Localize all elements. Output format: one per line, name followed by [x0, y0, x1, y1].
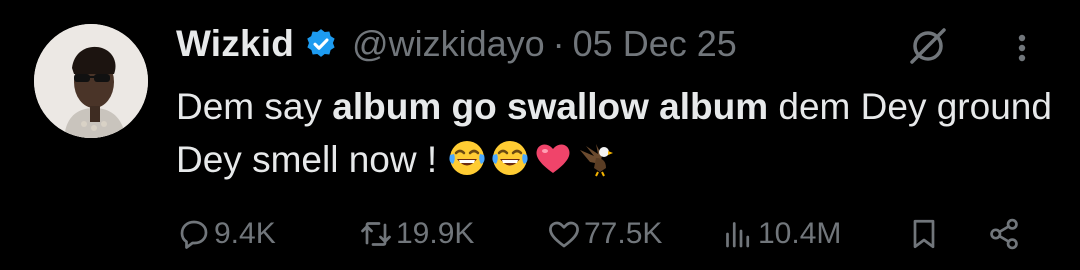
reply-count: 9.4K — [214, 217, 276, 250]
tweet-header: Wizkid @wizkidayo · 05 Dec 25 — [176, 22, 737, 66]
tweet-text-bold: album go swallow album — [332, 86, 769, 127]
more-options-icon[interactable] — [1004, 28, 1040, 68]
like-count: 77.5K — [584, 217, 663, 250]
tweet-text: Dem say album go swallow album dem Dey g… — [176, 80, 1056, 186]
grok-icon[interactable] — [906, 24, 950, 68]
eagle-icon — [580, 144, 614, 177]
share-icon — [990, 218, 1018, 250]
views-chart-icon — [726, 222, 750, 248]
reply-button[interactable]: 9.4K — [176, 212, 276, 256]
like-button[interactable]: 77.5K — [546, 212, 662, 256]
red-heart-icon — [536, 144, 570, 173]
repost-count: 19.9K — [396, 217, 475, 250]
bookmark-button[interactable] — [906, 212, 942, 256]
separator-dot: · — [552, 23, 565, 64]
tweet-actions: 9.4K 19.9K 77.5K 10.4M — [176, 212, 1036, 256]
views-count: 10.4M — [758, 217, 842, 250]
views-button[interactable]: 10.4M — [720, 212, 841, 256]
avatar-image — [34, 24, 148, 138]
face-with-tears-of-joy-icon — [449, 141, 485, 175]
verified-badge-icon — [307, 29, 335, 57]
heart-icon — [549, 221, 579, 248]
avatar[interactable] — [34, 24, 148, 138]
bookmark-icon — [913, 219, 935, 249]
repost-icon — [361, 222, 391, 246]
author-name[interactable]: Wizkid — [176, 23, 294, 65]
share-button[interactable] — [986, 212, 1022, 256]
repost-button[interactable]: 19.9K — [358, 212, 474, 256]
author-handle[interactable]: @wizkidayo — [352, 23, 545, 65]
tweet-text-part-1: Dem say — [176, 86, 333, 127]
reply-icon — [180, 220, 208, 249]
tweet-date[interactable]: 05 Dec 25 — [573, 23, 737, 65]
face-with-tears-of-joy-icon — [492, 141, 528, 175]
